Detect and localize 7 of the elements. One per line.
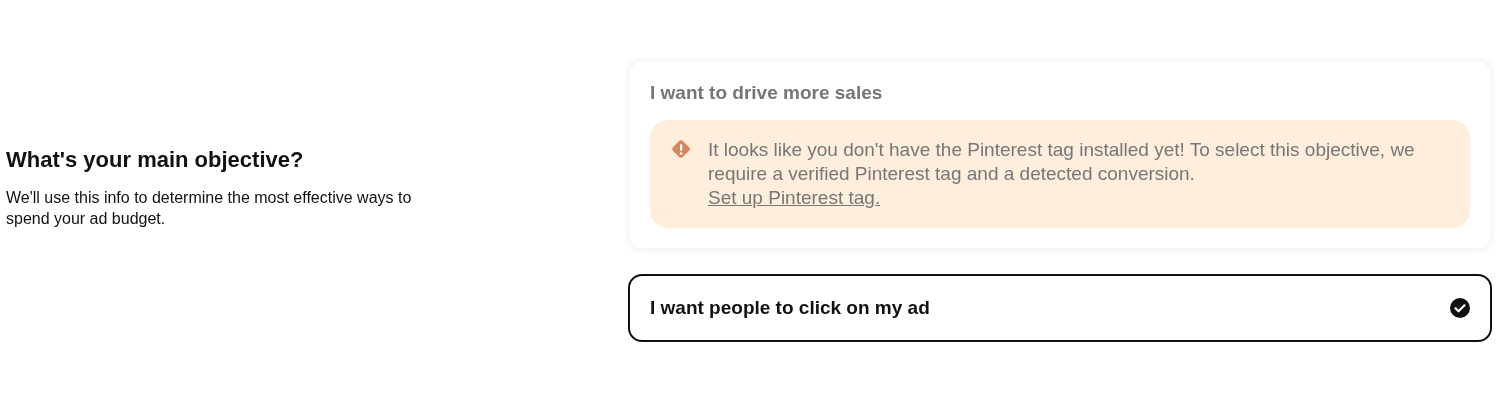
section-description: We'll use this info to determine the most effective ways to spend your ad budget. xyxy=(6,188,413,229)
objective-option[interactable]: I want people to click on my ad xyxy=(628,274,1492,342)
checkmark-icon xyxy=(1450,298,1470,318)
warning-text: It looks like you don't have the Pinterest tag installed yet! To select this objective, we require a verified Pinterest tag and a detected conversion. xyxy=(708,138,1416,186)
option-label: I want to drive more sales xyxy=(650,82,883,104)
option-label: I want people to click on my ad xyxy=(650,297,930,319)
section-heading: What's your main objective? xyxy=(6,147,305,173)
